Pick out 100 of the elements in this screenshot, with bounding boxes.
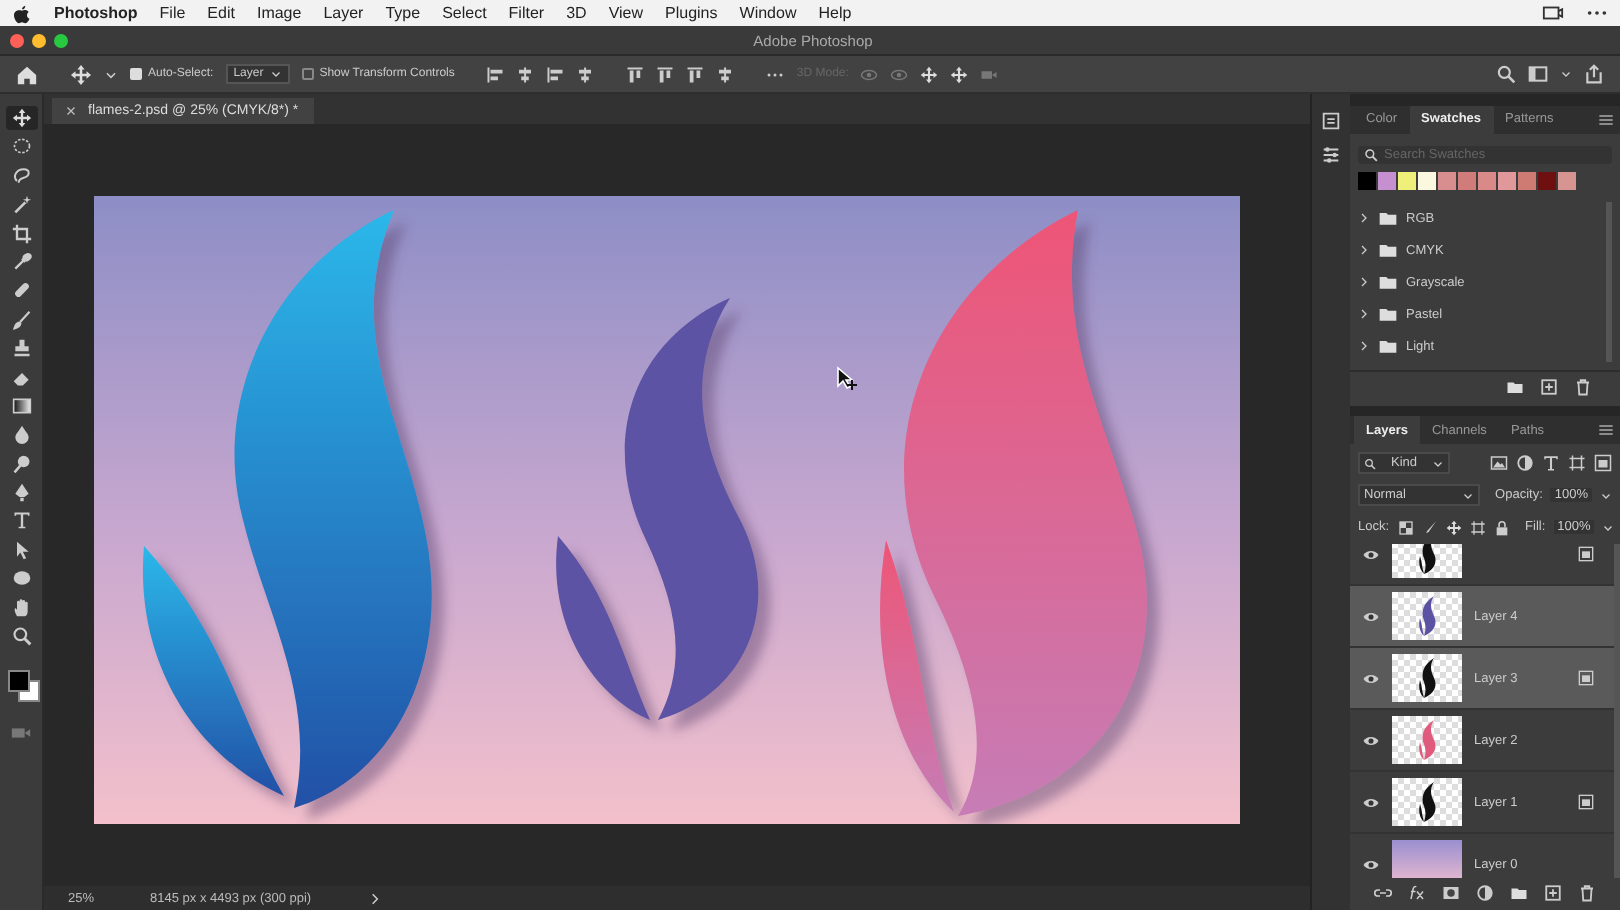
apple-logo-icon[interactable]: [12, 3, 32, 23]
new-group-icon[interactable]: [1506, 378, 1524, 397]
menu-item[interactable]: Filter: [508, 4, 545, 22]
folder-icon: [1378, 304, 1398, 325]
color-swatch[interactable]: [1498, 172, 1516, 191]
lock-icon[interactable]: [1493, 519, 1510, 535]
eye-icon[interactable]: [1362, 669, 1380, 687]
color-swatch[interactable]: [1458, 172, 1476, 191]
eyedropper-icon: [11, 251, 31, 272]
menu-item[interactable]: View: [608, 4, 644, 22]
eye-icon[interactable]: [1362, 731, 1380, 749]
panel-menu-icon[interactable]: [1598, 111, 1614, 128]
color-swatch[interactable]: [1398, 172, 1416, 191]
delete-icon[interactable]: [1578, 884, 1596, 902]
workspace-icon[interactable]: [1528, 64, 1548, 84]
caret-icon[interactable]: [104, 67, 118, 81]
search-icon: [1364, 147, 1378, 162]
ellipse-icon: [11, 568, 31, 589]
new-swatch-icon[interactable]: [1540, 378, 1558, 397]
color-swatch[interactable]: [1538, 172, 1556, 191]
layer-thumbnail: [1392, 840, 1462, 878]
move-tool-button[interactable]: [5, 106, 37, 130]
menu-item[interactable]: Plugins: [665, 4, 718, 22]
menu-item[interactable]: Select: [442, 4, 487, 22]
lock-position-icon[interactable]: [1445, 519, 1462, 535]
shape-filter-icon[interactable]: [1568, 454, 1586, 472]
menu-item[interactable]: Edit: [207, 4, 235, 22]
lasso-icon: [11, 165, 31, 186]
type-icon: [11, 510, 31, 531]
menu-item[interactable]: Help: [818, 4, 852, 22]
wand-icon: [11, 194, 31, 215]
home-icon[interactable]: [16, 63, 38, 85]
menu-item[interactable]: Image: [256, 4, 302, 22]
layer-thumbnail: [1392, 654, 1462, 702]
menu-item[interactable]: Type: [385, 4, 421, 22]
pixel-filter-icon[interactable]: [1490, 454, 1508, 472]
pen-icon: [11, 482, 31, 503]
dodge-icon: [11, 453, 31, 474]
close-icon[interactable]: [64, 104, 78, 118]
color-swatch[interactable]: [1378, 172, 1396, 191]
panel-menu-icon[interactable]: [1598, 422, 1614, 438]
chevron-icon[interactable]: [367, 891, 382, 905]
properties-icon[interactable]: [1320, 144, 1342, 166]
caret-icon: [1431, 457, 1444, 469]
eye-icon[interactable]: [1362, 793, 1380, 811]
menu-item[interactable]: 3D: [566, 4, 587, 22]
eye-icon[interactable]: [1362, 607, 1380, 625]
lock-transparency-icon[interactable]: [1397, 519, 1414, 535]
menu-item[interactable]: Window: [739, 4, 797, 22]
align-left-icon[interactable]: [486, 65, 505, 83]
delete-icon[interactable]: [1574, 378, 1592, 397]
search-icon: [1364, 457, 1376, 469]
adjustment-icon[interactable]: [1476, 884, 1494, 902]
move-tool-icon[interactable]: [70, 63, 92, 85]
screen-record-icon[interactable]: [1542, 2, 1564, 24]
new-group-icon[interactable]: [1510, 884, 1528, 902]
search-icon[interactable]: [1496, 64, 1516, 84]
align-center-icon[interactable]: [516, 65, 535, 83]
foreground-color-swatch[interactable]: [7, 670, 29, 693]
caret-icon: [269, 68, 282, 80]
new-layer-icon[interactable]: [1544, 884, 1562, 902]
color-swatch[interactable]: [1518, 172, 1536, 191]
crop-icon: [11, 223, 31, 244]
hand-icon: [11, 597, 31, 618]
share-icon[interactable]: [1584, 64, 1604, 84]
layer-thumbnail: [1392, 778, 1462, 826]
minimize-window-button[interactable]: [32, 33, 46, 47]
eye-icon[interactable]: [1362, 545, 1380, 563]
mask-icon[interactable]: [1442, 884, 1460, 902]
caret-icon[interactable]: [1602, 521, 1615, 533]
adjustment-filter-icon[interactable]: [1516, 454, 1534, 472]
align-top-icon[interactable]: [626, 65, 645, 83]
folder-icon: [1378, 208, 1398, 229]
eraser-icon: [11, 367, 31, 388]
color-swatch[interactable]: [1558, 172, 1576, 191]
lock-pixels-icon[interactable]: [1421, 519, 1438, 535]
link-icon[interactable]: [1374, 884, 1392, 902]
menu-item[interactable]: Layer: [323, 4, 364, 22]
move-cursor-icon: [836, 366, 860, 390]
color-swatch[interactable]: [1438, 172, 1456, 191]
close-window-button[interactable]: [10, 33, 24, 47]
eye-icon[interactable]: [1362, 855, 1380, 873]
color-swatch[interactable]: [1358, 172, 1376, 191]
stamp-icon: [11, 338, 31, 359]
app-menu[interactable]: Photoshop: [54, 4, 138, 22]
color-swatch[interactable]: [1418, 172, 1436, 191]
caret-icon[interactable]: [1560, 68, 1572, 80]
smart-filter-icon[interactable]: [1594, 454, 1612, 472]
layer-thumbnail: [1392, 592, 1462, 640]
history-icon[interactable]: [1320, 110, 1342, 132]
drop-icon: [11, 424, 31, 445]
folder-icon: [1378, 240, 1398, 261]
fx-icon[interactable]: [1408, 884, 1426, 902]
color-swatch[interactable]: [1478, 172, 1496, 191]
zoom-window-button[interactable]: [54, 33, 68, 47]
lock-artboard-icon[interactable]: [1469, 519, 1486, 535]
caret-icon: [1461, 489, 1474, 501]
caret-icon[interactable]: [1600, 489, 1612, 501]
type-filter-icon[interactable]: [1542, 454, 1560, 472]
menu-item[interactable]: File: [159, 4, 186, 22]
